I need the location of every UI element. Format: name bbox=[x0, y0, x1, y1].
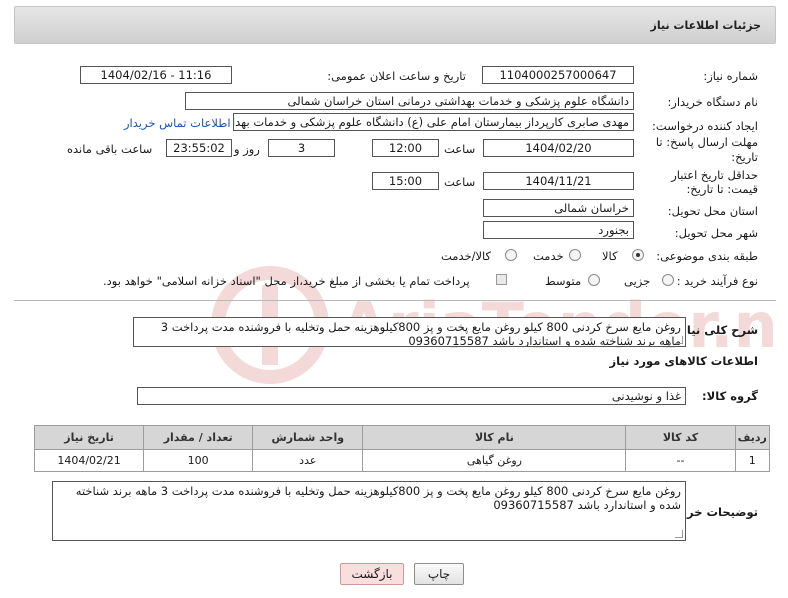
cell-unit: عدد bbox=[252, 449, 364, 472]
cell-name: روغن گیاهی bbox=[362, 449, 627, 472]
description-text: روغن مایع سرخ کردنی 800 کیلو روغن مایع پ… bbox=[160, 320, 681, 347]
description-textarea: روغن مایع سرخ کردنی 800 کیلو روغن مایع پ… bbox=[133, 317, 686, 347]
city-field: بجنورد bbox=[483, 221, 634, 239]
goods-group-label: گروه کالا: bbox=[702, 389, 758, 403]
goods-table-header: ردیف کد کالا نام کالا واحد شمارش تعداد /… bbox=[33, 425, 771, 450]
province-label: استان محل تحویل: bbox=[667, 204, 758, 218]
cell-quantity: 100 bbox=[143, 449, 254, 472]
category-radio-goods[interactable] bbox=[632, 249, 644, 261]
remaining-time-field: 23:55:02 bbox=[166, 139, 232, 157]
need-number-field: 1104000257000647 bbox=[482, 66, 634, 84]
cell-need-date: 1404/02/21 bbox=[33, 449, 145, 472]
announce-label: تاریخ و ساعت اعلان عمومی: bbox=[327, 69, 466, 83]
process-medium-label: متوسط bbox=[545, 274, 582, 288]
col-header-quantity: تعداد / مقدار bbox=[143, 425, 254, 450]
creator-label: ایجاد کننده درخواست: bbox=[652, 119, 758, 133]
buyer-notes-text: روغن مایع سرخ کردنی 800 کیلو روغن مایع پ… bbox=[75, 484, 681, 512]
goods-section-title: اطلاعات کالاهای مورد نیاز bbox=[609, 354, 758, 368]
col-header-need-date: تاریخ نیاز bbox=[33, 425, 145, 450]
col-header-unit: واحد شمارش bbox=[252, 425, 364, 450]
category-goods-service-label: کالا/خدمت bbox=[441, 249, 492, 263]
description-label: شرح کلی نیاز: bbox=[675, 323, 758, 337]
process-partial-label: جزیی bbox=[624, 274, 651, 288]
cell-row-number: 1 bbox=[734, 449, 771, 472]
reply-time-field: 12:00 bbox=[372, 139, 439, 157]
col-header-row: ردیف bbox=[734, 425, 771, 450]
treasury-payment-note: پرداخت تمام یا بخشی از مبلغ خرید،از محل … bbox=[103, 274, 470, 288]
buyer-contact-link[interactable]: اطلاعات تماس خریدار bbox=[124, 116, 231, 130]
col-header-code: کد کالا bbox=[625, 425, 736, 450]
reply-date-field: 1404/02/20 bbox=[483, 139, 634, 157]
days-field: 3 bbox=[268, 139, 335, 157]
announce-field: 1404/02/16 - 11:16 bbox=[80, 66, 232, 84]
goods-group-field: غذا و نوشیدنی bbox=[137, 387, 686, 405]
print-button[interactable]: چاپ bbox=[414, 563, 464, 585]
resize-handle-icon[interactable] bbox=[675, 336, 683, 344]
days-label: روز و bbox=[234, 142, 260, 156]
category-radio-goods-service[interactable] bbox=[505, 249, 517, 261]
resize-handle-icon[interactable] bbox=[675, 530, 683, 538]
process-radio-medium[interactable] bbox=[588, 274, 600, 286]
city-label: شهر محل تحویل: bbox=[674, 226, 758, 240]
price-time-field: 15:00 bbox=[372, 172, 439, 190]
section-divider bbox=[14, 300, 776, 301]
buyer-org-label: نام دستگاه خریدار: bbox=[667, 95, 758, 109]
treasury-payment-checkbox[interactable] bbox=[496, 274, 507, 285]
price-validity-label: حداقل تاریخ اعتبار قیمت: تا تاریخ: bbox=[671, 168, 758, 196]
page-header: جزئیات اطلاعات نیاز bbox=[14, 6, 776, 44]
creator-field: مهدی صابری کارپرداز بیمارستان امام علی (… bbox=[233, 113, 634, 131]
table-row: 1 -- روغن گیاهی عدد 100 1404/02/21 bbox=[33, 449, 771, 472]
price-time-label: ساعت bbox=[444, 175, 476, 189]
goods-table: ردیف کد کالا نام کالا واحد شمارش تعداد /… bbox=[33, 425, 771, 472]
category-goods-label: کالا bbox=[602, 249, 618, 263]
buyer-org-field: دانشگاه علوم پزشکی و خدمات بهداشتی درمان… bbox=[185, 92, 634, 110]
category-service-label: خدمت bbox=[533, 249, 564, 263]
process-label: نوع فرآیند خرید : bbox=[676, 274, 758, 288]
province-field: خراسان شمالی bbox=[483, 199, 634, 217]
page-title: جزئیات اطلاعات نیاز bbox=[650, 19, 762, 32]
back-button[interactable]: بازگشت bbox=[340, 563, 404, 585]
cell-code: -- bbox=[625, 449, 736, 472]
category-radio-service[interactable] bbox=[569, 249, 581, 261]
buyer-notes-textarea: روغن مایع سرخ کردنی 800 کیلو روغن مایع پ… bbox=[52, 481, 686, 541]
reply-deadline-label: مهلت ارسال پاسخ: تا تاریخ: bbox=[655, 135, 758, 164]
remaining-label: ساعت باقی مانده bbox=[67, 142, 153, 156]
need-number-label: شماره نیاز: bbox=[703, 69, 758, 83]
process-radio-partial[interactable] bbox=[662, 274, 674, 286]
price-date-field: 1404/11/21 bbox=[483, 172, 634, 190]
reply-time-label: ساعت bbox=[444, 142, 476, 156]
col-header-name: نام کالا bbox=[362, 425, 627, 450]
category-label: طبقه بندی موضوعی: bbox=[656, 249, 758, 263]
